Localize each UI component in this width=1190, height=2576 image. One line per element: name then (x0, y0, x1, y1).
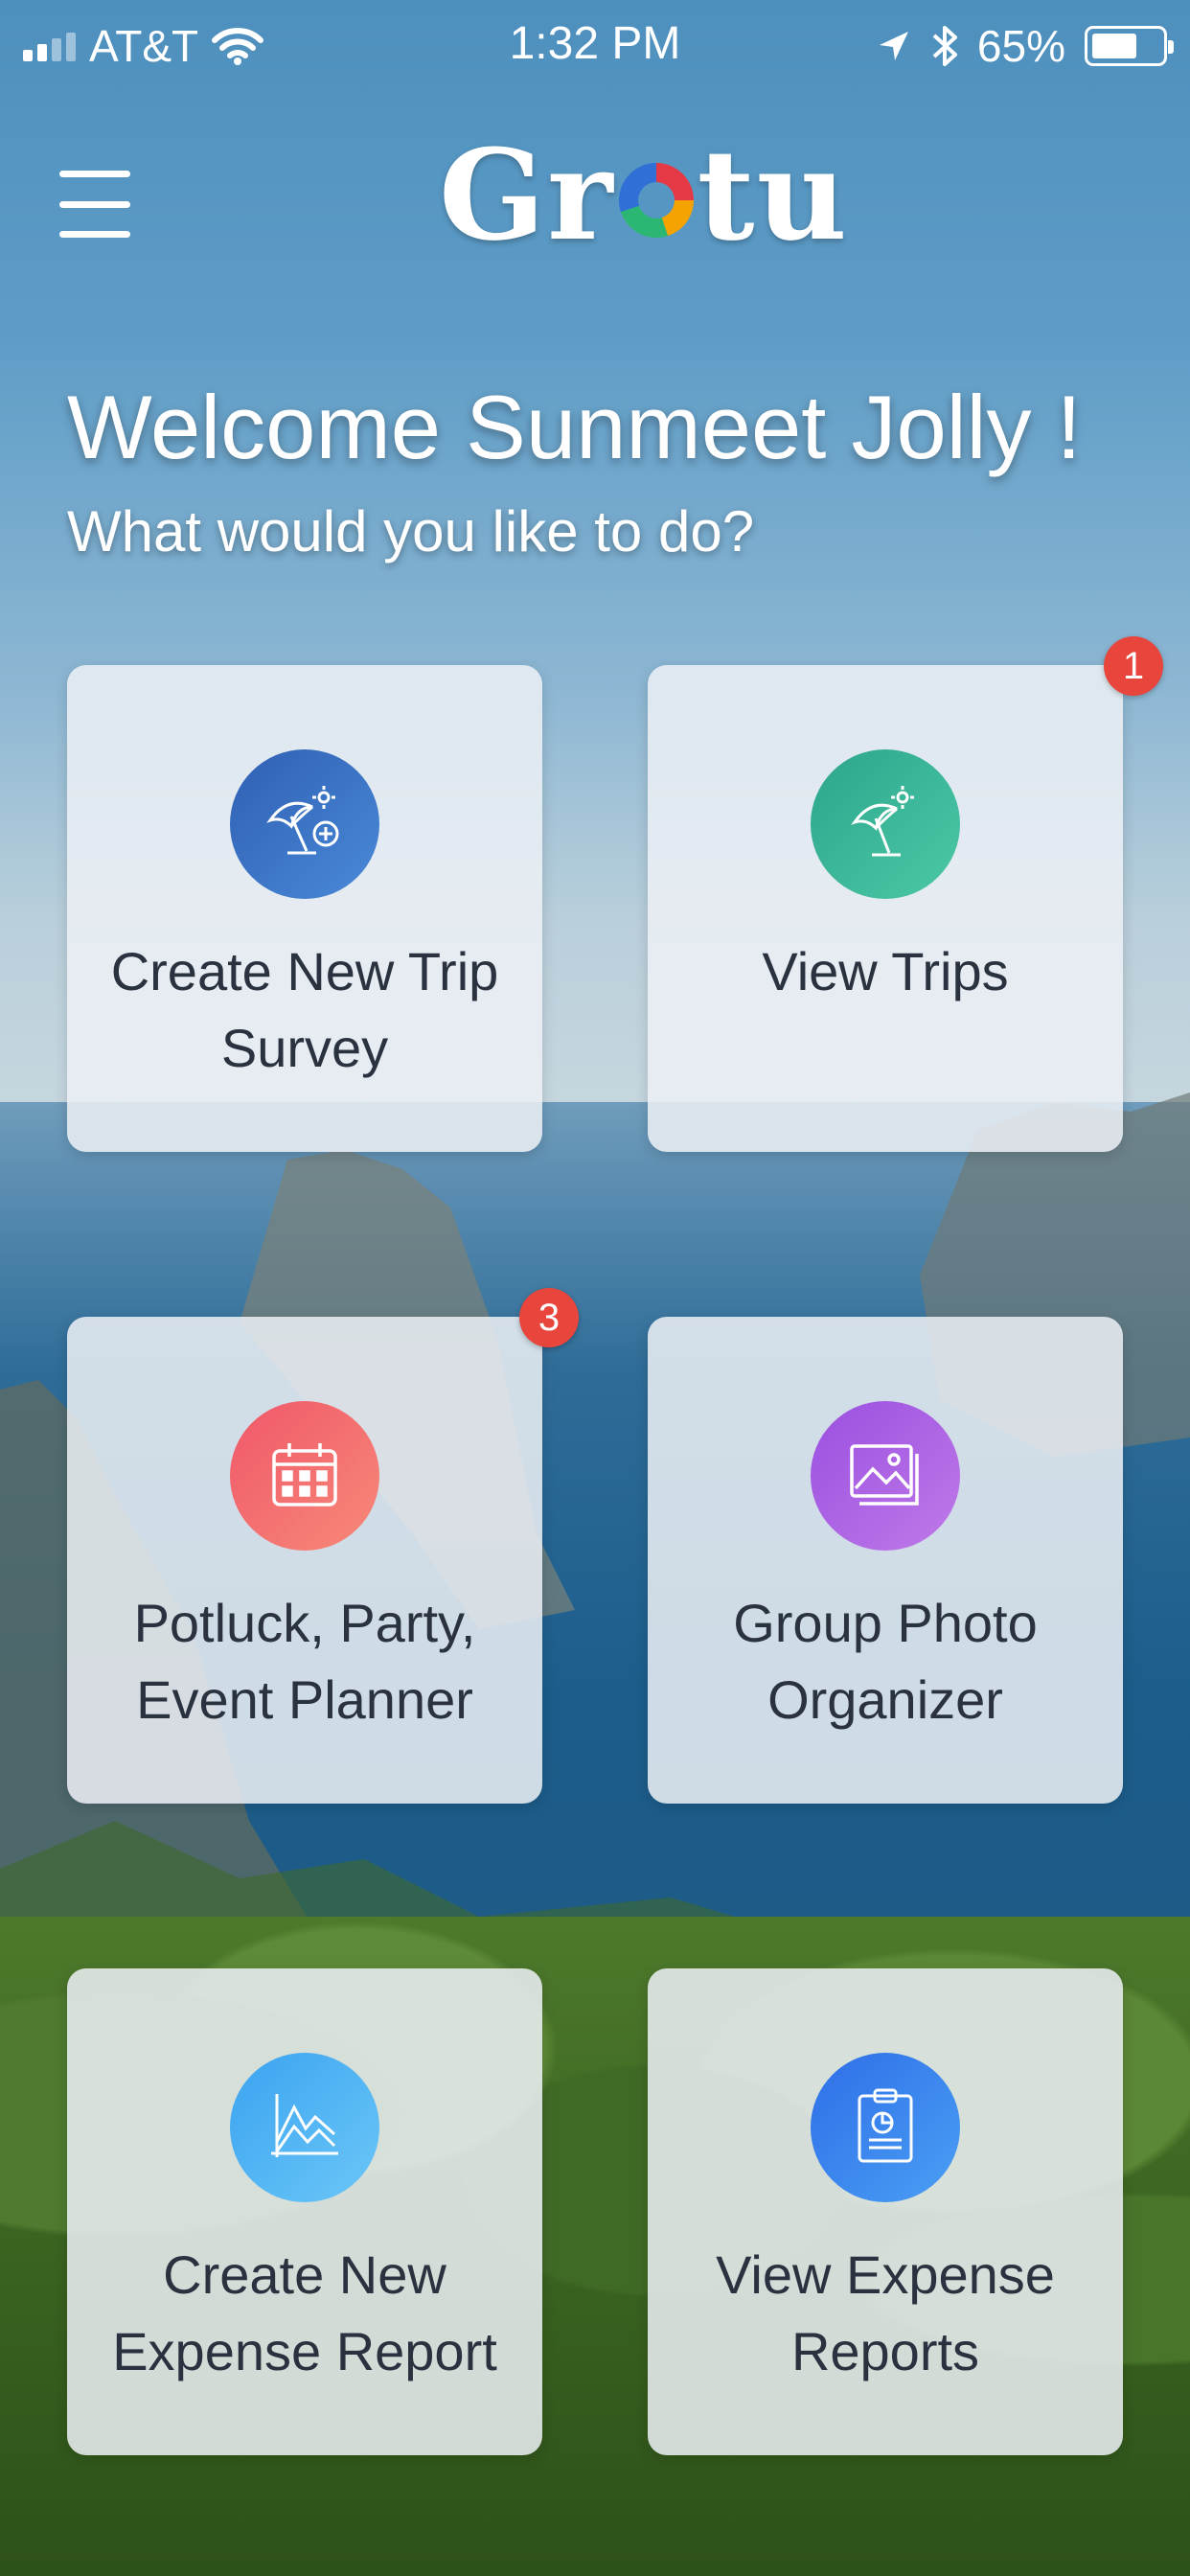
logo-text-right: tu (697, 121, 850, 268)
welcome-title: Welcome Sunmeet Jolly ! (67, 377, 1082, 477)
welcome-subtitle: What would you like to do? (67, 499, 755, 564)
view-expense-reports-tile[interactable]: View Expense Reports (648, 1968, 1123, 2455)
status-bar: AT&T 1:32 PM 65% (0, 0, 1190, 92)
chart-report-icon (271, 2094, 338, 2157)
create-expense-report-label: Create New Expense Report (112, 2244, 497, 2381)
create-trip-survey-tile[interactable]: Create New Trip Survey (67, 665, 542, 1152)
photo-gallery-icon (850, 1444, 919, 1506)
status-right-group: 65% (876, 17, 1174, 75)
view-trips-icon-circle (811, 749, 960, 899)
location-icon (879, 32, 908, 60)
view-trips-badge: 1 (1104, 636, 1163, 696)
hamburger-menu-icon[interactable] (59, 171, 130, 238)
view-expense-icon-circle (811, 2053, 960, 2202)
logo-ring-icon (618, 163, 694, 238)
battery-fill (1092, 34, 1136, 58)
clipboard-report-icon (858, 2088, 913, 2163)
create-expense-icon-circle (230, 2053, 379, 2202)
event-planner-label: Potluck, Party, Event Planner (133, 1593, 476, 1730)
view-expense-reports-label: View Expense Reports (716, 2244, 1055, 2381)
beach-umbrella-icon (851, 786, 914, 857)
event-planner-tile[interactable]: Potluck, Party, Event Planner (67, 1317, 542, 1804)
create-expense-report-tile[interactable]: Create New Expense Report (67, 1968, 542, 2455)
bluetooth-icon (932, 26, 957, 66)
calendar-icon (272, 1443, 337, 1506)
view-trips-label: View Trips (762, 941, 1009, 1001)
battery-percent: 65% (976, 21, 1065, 71)
grotu-logo: Gr tu (439, 121, 850, 268)
logo-text-left: Gr (439, 121, 615, 268)
view-trips-tile[interactable]: View Trips (648, 665, 1123, 1152)
beach-umbrella-plus-icon (266, 786, 339, 855)
group-photo-organizer-tile[interactable]: Group Photo Organizer (648, 1317, 1123, 1804)
create-trip-icon-circle (230, 749, 379, 899)
photo-organizer-icon-circle (811, 1401, 960, 1551)
event-planner-icon-circle (230, 1401, 379, 1551)
battery-icon (1085, 26, 1174, 66)
group-photo-organizer-label: Group Photo Organizer (733, 1593, 1038, 1730)
event-planner-badge: 3 (519, 1288, 579, 1347)
create-trip-survey-label: Create New Trip Survey (110, 941, 499, 1078)
